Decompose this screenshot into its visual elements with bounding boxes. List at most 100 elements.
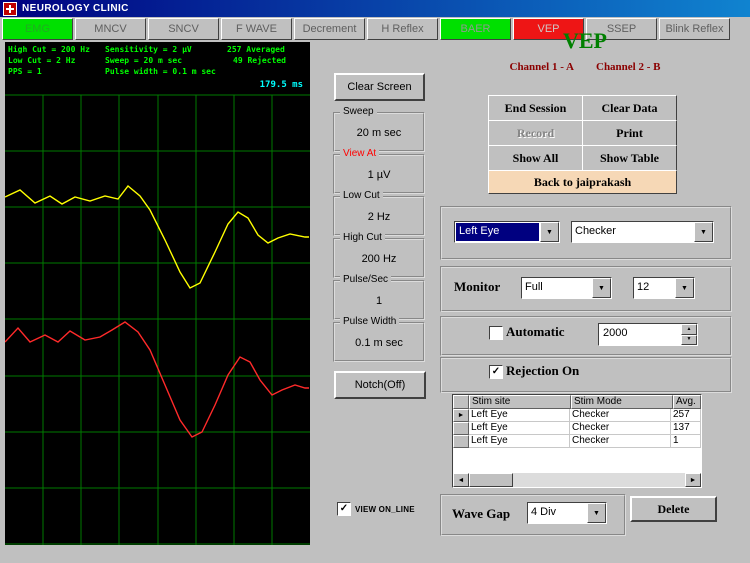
spin-up-button[interactable]: ▲ [681, 324, 697, 335]
tab-sncv[interactable]: SNCV [148, 18, 219, 40]
table-row[interactable]: Left Eye Checker 137 [453, 422, 701, 435]
stim-mode-combo-value: Checker [572, 222, 694, 242]
scope-pulse-width: Pulse width = 0.1 m sec [105, 67, 216, 78]
clear-data-button[interactable]: Clear Data [582, 95, 677, 121]
chevron-down-icon: ▼ [546, 229, 553, 236]
monitor-size-combo[interactable]: 12 ▼ [633, 277, 695, 299]
clear-screen-button[interactable]: Clear Screen [334, 73, 425, 101]
check-icon: ✓ [340, 504, 348, 514]
stim-site-combo-value: Left Eye [456, 223, 539, 241]
monitor-mode-combo-value: Full [522, 278, 592, 298]
scope-sensitivity: Sensitivity = 2 µV [105, 45, 216, 56]
chevron-down-icon: ▼ [681, 285, 688, 292]
sweep-field-label: Sweep [340, 106, 377, 117]
arrow-left-icon: ◄ [458, 477, 465, 484]
scope-settings-column-2: Sensitivity = 2 µV Sweep = 20 m sec Puls… [105, 45, 216, 78]
cell-avg: 137 [671, 422, 701, 435]
wave-gap-label: Wave Gap [452, 506, 510, 522]
high-cut-field-value: 200 Hz [335, 253, 423, 265]
scrollbar-thumb[interactable] [469, 473, 513, 487]
grid-vertical-lines [43, 95, 272, 545]
tab-hreflex[interactable]: H Reflex [367, 18, 438, 40]
low-cut-field-label: Low Cut [340, 190, 383, 201]
delete-button[interactable]: Delete [630, 496, 717, 522]
scope-settings-column-1: High Cut = 200 Hz Low Cut = 2 Hz PPS = 1 [8, 45, 90, 78]
wave-gap-dropdown-button[interactable]: ▼ [587, 503, 606, 523]
title-bar[interactable]: NEUROLOGY CLINIC [0, 0, 750, 17]
cell-stim-site: Left Eye [469, 409, 570, 422]
rejection-checkbox[interactable]: ✓ [489, 365, 503, 379]
cell-stim-mode: Checker [570, 435, 671, 448]
tab-mncv[interactable]: MNCV [75, 18, 146, 40]
monitor-label: Monitor [454, 279, 500, 295]
arrow-down-icon: ▼ [687, 337, 692, 342]
record-button: Record [488, 120, 583, 146]
wave-gap-combo-value: 4 Div [528, 503, 587, 523]
show-all-button[interactable]: Show All [488, 145, 583, 171]
automatic-value[interactable]: 2000 [599, 324, 681, 345]
view-at-field-value: 1 µV [335, 169, 423, 181]
table-horizontal-scrollbar[interactable]: ◄ ► [453, 473, 701, 487]
monitor-size-combo-value: 12 [634, 278, 675, 298]
rejection-label: Rejection On [506, 363, 579, 379]
window-title: NEUROLOGY CLINIC [22, 3, 129, 14]
scroll-right-button[interactable]: ► [685, 473, 701, 487]
scroll-left-button[interactable]: ◄ [453, 473, 469, 487]
column-header-avg: Avg. [673, 395, 701, 409]
tab-decrement[interactable]: Decrement [294, 18, 365, 40]
stim-mode-dropdown-button[interactable]: ▼ [694, 222, 713, 242]
cell-stim-mode: Checker [570, 409, 671, 422]
low-cut-field-value: 2 Hz [335, 211, 423, 223]
pulse-sec-field-label: Pulse/Sec [340, 274, 391, 285]
app-icon [3, 2, 17, 16]
page-title: VEP [440, 28, 730, 54]
row-selector[interactable] [453, 422, 469, 435]
view-online-label: VIEW ON_LINE [355, 505, 415, 514]
automatic-checkbox[interactable] [489, 326, 503, 340]
view-online-checkbox[interactable]: ✓ [337, 502, 351, 516]
channel-2-label: Channel 2 - B [596, 61, 661, 73]
neurology-clinic-window: NEUROLOGY CLINIC EMG MNCV SNCV F WAVE De… [0, 0, 750, 563]
monitor-mode-combo[interactable]: Full ▼ [521, 277, 612, 299]
scope-rejected-count: 49 Rejected [227, 56, 286, 67]
results-table: Stim site Stim Mode Avg. ► Left Eye Chec… [452, 394, 702, 488]
print-button[interactable]: Print [582, 120, 677, 146]
scope-high-cut: High Cut = 200 Hz [8, 45, 90, 56]
column-header-stim-mode: Stim Mode [571, 395, 673, 409]
stim-mode-combo[interactable]: Checker ▼ [571, 221, 714, 243]
scrollbar-track[interactable] [469, 473, 685, 487]
table-empty-area [453, 448, 701, 473]
row-selector[interactable]: ► [453, 409, 469, 422]
stim-site-combo[interactable]: Left Eye ▼ [454, 221, 560, 243]
trace-channel-a [5, 186, 309, 288]
tab-emg[interactable]: EMG [2, 18, 73, 40]
spin-down-button[interactable]: ▼ [681, 335, 697, 346]
tab-fwave[interactable]: F WAVE [221, 18, 292, 40]
monitor-size-dropdown-button[interactable]: ▼ [675, 278, 694, 298]
chevron-down-icon: ▼ [700, 229, 707, 236]
pulse-width-field: Pulse Width 0.1 m sec [333, 322, 425, 362]
row-selector[interactable] [453, 435, 469, 448]
end-session-button[interactable]: End Session [488, 95, 583, 121]
cell-avg: 257 [671, 409, 701, 422]
waveform-display[interactable]: High Cut = 200 Hz Low Cut = 2 Hz PPS = 1… [5, 42, 310, 545]
wave-gap-combo[interactable]: 4 Div ▼ [527, 502, 607, 524]
notch-button[interactable]: Notch(Off) [334, 371, 426, 399]
show-table-button[interactable]: Show Table [582, 145, 677, 171]
scope-low-cut: Low Cut = 2 Hz [8, 56, 90, 67]
chevron-down-icon: ▼ [598, 285, 605, 292]
table-row[interactable]: ► Left Eye Checker 257 [453, 409, 701, 422]
cell-avg: 1 [671, 435, 701, 448]
stim-site-dropdown-button[interactable]: ▼ [540, 222, 559, 242]
channel-assignment: Channel 1 - A Channel 2 - B [440, 61, 730, 73]
scope-sweep: Sweep = 20 m sec [105, 56, 216, 67]
scope-average-column: 257 Averaged 49 Rejected [227, 45, 286, 67]
table-row[interactable]: Left Eye Checker 1 [453, 435, 701, 448]
scope-pps: PPS = 1 [8, 67, 90, 78]
view-at-field: View At 1 µV [333, 154, 425, 194]
automatic-value-spinner[interactable]: 2000 ▲ ▼ [598, 323, 698, 346]
monitor-mode-dropdown-button[interactable]: ▼ [592, 278, 611, 298]
cell-stim-site: Left Eye [469, 422, 570, 435]
back-to-patient-button[interactable]: Back to jaiprakash [488, 170, 677, 194]
row-selector-icon: ► [458, 412, 465, 419]
